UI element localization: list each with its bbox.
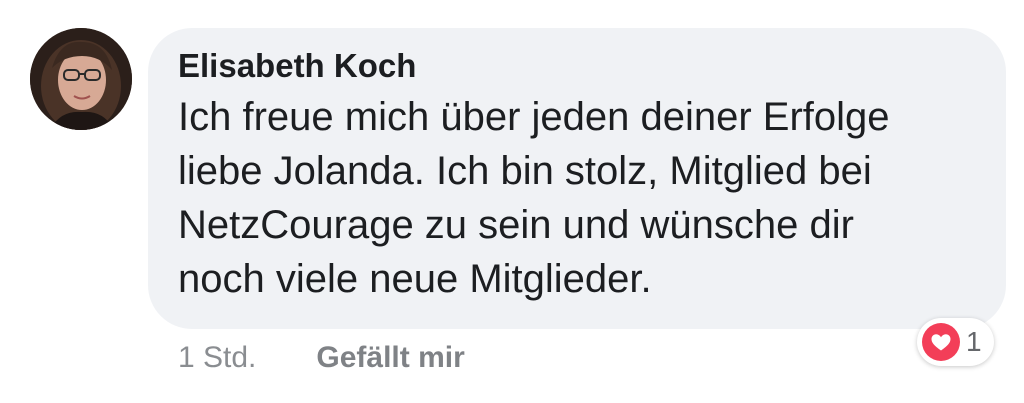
avatar[interactable] [30,28,132,130]
like-button[interactable]: Gefällt mir [316,341,464,375]
avatar-image [30,28,132,130]
comment-text: Ich freue mich über jeden deiner Erfolge… [178,95,890,301]
comment-author[interactable]: Elisabeth Koch [178,46,976,86]
comment-timestamp[interactable]: 1 Std. [178,341,256,375]
comment-bubble: Elisabeth Koch Ich freue mich über jeden… [148,28,1006,329]
comment-meta: 1 Std. Gefällt mir [178,336,465,380]
heart-icon [922,323,960,361]
reaction-summary[interactable]: 1 [917,318,994,366]
reaction-count: 1 [966,326,982,357]
